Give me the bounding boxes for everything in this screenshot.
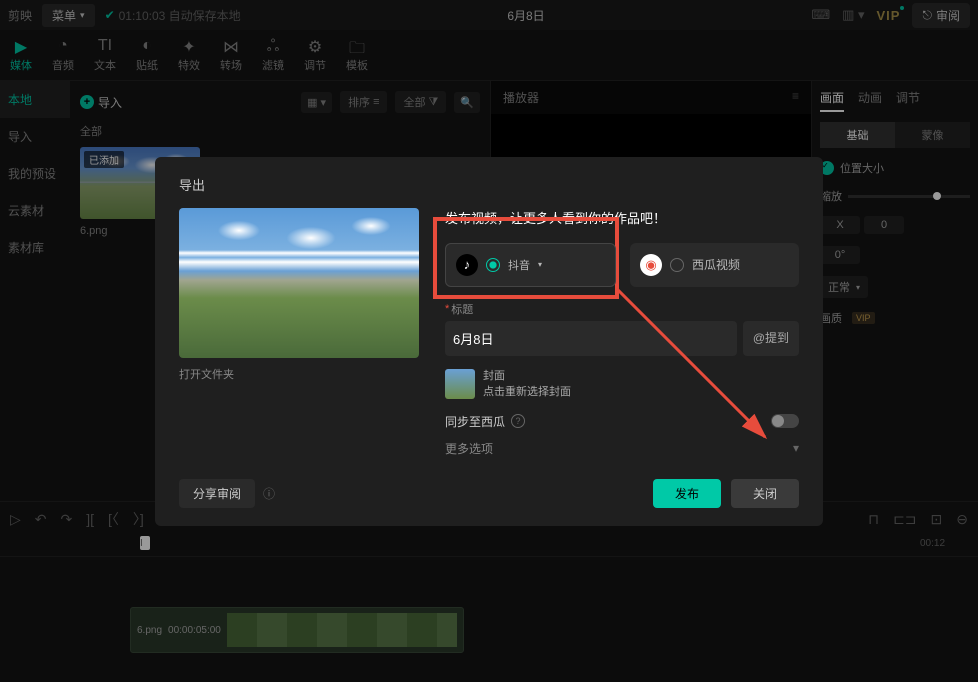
help-icon[interactable]: ⓘ [263, 485, 275, 502]
open-folder-link[interactable]: 打开文件夹 [179, 366, 419, 382]
platform-label: 西瓜视频 [692, 256, 740, 273]
publish-headline: 发布视频，让更多人看到你的作品吧！ [445, 208, 799, 227]
export-modal: 导出 打开文件夹 发布视频，让更多人看到你的作品吧！ ♪ 抖音 [155, 157, 823, 526]
platform-xigua[interactable]: ◉ 西瓜视频 [630, 243, 799, 287]
help-icon[interactable]: ? [511, 414, 525, 428]
title-field-label: *标题 [445, 301, 799, 317]
cover-label: 封面 [483, 368, 571, 385]
export-preview [179, 208, 419, 358]
chevron-down-icon: ▾ [793, 441, 799, 455]
sync-toggle[interactable] [771, 414, 799, 428]
radio-icon [670, 258, 684, 272]
xigua-icon: ◉ [640, 254, 662, 276]
sync-label: 同步至西瓜 [445, 413, 505, 430]
title-input[interactable]: 6月8日 [445, 321, 737, 356]
label-text: 标题 [451, 301, 473, 317]
publish-button[interactable]: 发布 [653, 479, 721, 508]
modal-title: 导出 [179, 175, 799, 194]
douyin-icon: ♪ [456, 254, 478, 276]
close-button[interactable]: 关闭 [731, 479, 799, 508]
cover-hint[interactable]: 点击重新选择封面 [483, 384, 571, 401]
share-review-button[interactable]: 分享审阅 [179, 479, 255, 508]
modal-backdrop: 导出 打开文件夹 发布视频，让更多人看到你的作品吧！ ♪ 抖音 [0, 0, 978, 682]
more-options[interactable]: 更多选项 ▾ [445, 440, 799, 457]
cover-thumbnail[interactable] [445, 369, 475, 399]
platform-douyin[interactable]: ♪ 抖音 [445, 243, 616, 287]
radio-icon [486, 258, 500, 272]
more-label: 更多选项 [445, 440, 493, 457]
platform-label: 抖音 [508, 257, 530, 273]
mention-button[interactable]: @提到 [743, 321, 799, 356]
